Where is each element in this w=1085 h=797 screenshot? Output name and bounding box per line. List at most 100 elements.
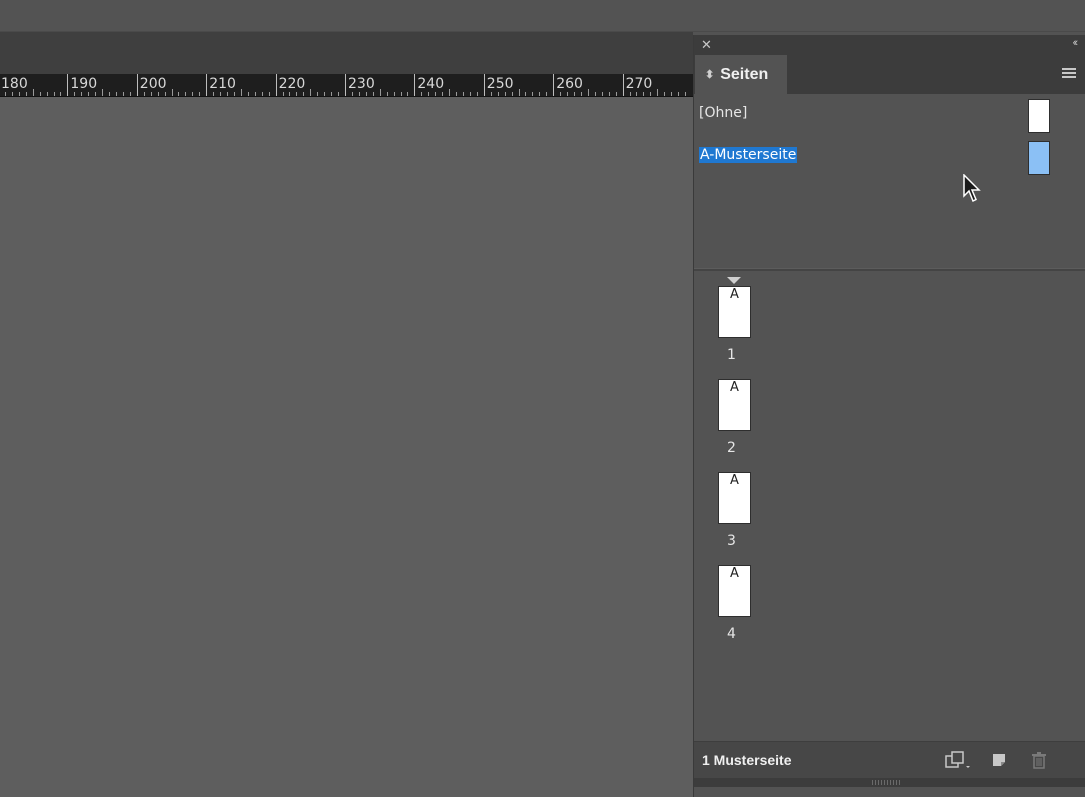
ruler-minor-tick xyxy=(310,89,312,96)
grip-icon xyxy=(872,780,902,785)
page-master-letter: A xyxy=(730,287,739,302)
ruler-minor-tick xyxy=(629,92,631,96)
ruler-minor-tick xyxy=(317,92,319,96)
close-icon[interactable]: ✕ xyxy=(701,37,712,53)
page-thumbnail[interactable]: A xyxy=(718,472,751,524)
ruler-minor-tick xyxy=(518,89,520,96)
ruler-minor-tick xyxy=(469,92,471,96)
ruler-minor-tick xyxy=(608,92,610,96)
ruler-minor-tick xyxy=(421,92,423,96)
ruler-minor-tick xyxy=(407,92,409,96)
ruler-minor-tick xyxy=(643,92,645,96)
mouse-pointer-icon xyxy=(963,174,981,203)
delete-page-button[interactable] xyxy=(1027,748,1051,772)
ruler-minor-tick xyxy=(678,92,680,96)
ruler-minor-tick xyxy=(462,92,464,96)
ruler-minor-tick xyxy=(539,92,541,96)
ruler-minor-tick xyxy=(671,92,673,96)
ruler-minor-tick xyxy=(247,92,249,96)
ruler-minor-tick xyxy=(157,92,159,96)
ruler-tick-label: 200 xyxy=(139,76,167,92)
ruler-minor-tick xyxy=(594,92,596,96)
ruler-minor-tick xyxy=(567,92,569,96)
ruler-minor-tick xyxy=(331,92,333,96)
ruler-minor-tick xyxy=(240,89,242,96)
master-thumbnail[interactable] xyxy=(1028,99,1050,133)
ruler-minor-tick xyxy=(143,92,145,96)
ruler-tick-label: 230 xyxy=(348,76,375,92)
edit-page-size-button[interactable] xyxy=(942,748,974,772)
ruler-major-tick xyxy=(136,74,138,96)
ruler-minor-tick xyxy=(102,89,104,96)
document-canvas[interactable] xyxy=(0,97,693,797)
document-tab-bar xyxy=(0,32,693,74)
ruler-minor-tick xyxy=(171,89,173,96)
updown-arrows-icon: ⬍ xyxy=(705,69,715,81)
page-thumbnail[interactable]: A xyxy=(718,565,751,617)
ruler-minor-tick xyxy=(289,92,291,96)
master-row-none[interactable]: [Ohne] xyxy=(694,95,1085,135)
ruler-minor-tick xyxy=(88,92,90,96)
ruler-minor-tick xyxy=(296,92,298,96)
ruler-minor-tick xyxy=(220,92,222,96)
ruler-minor-tick xyxy=(365,92,367,96)
ruler-minor-tick xyxy=(636,92,638,96)
panel-section-divider[interactable] xyxy=(694,268,1085,271)
application-bar xyxy=(0,0,1085,32)
ruler-minor-tick xyxy=(303,92,305,96)
ruler-minor-tick xyxy=(449,89,451,96)
page-count-status: 1 Musterseite xyxy=(702,752,792,768)
ruler-major-tick xyxy=(483,74,485,96)
ruler-major-tick xyxy=(414,74,416,96)
trash-icon xyxy=(1032,752,1046,769)
ruler-minor-tick xyxy=(60,92,62,96)
ruler-minor-tick xyxy=(504,92,506,96)
ruler-minor-tick xyxy=(213,92,215,96)
collapse-panel-icon[interactable]: ‹‹ xyxy=(1073,37,1079,49)
ruler-minor-tick xyxy=(261,92,263,96)
new-page-button[interactable] xyxy=(987,748,1011,772)
master-label: [Ohne] xyxy=(699,105,748,121)
ruler-minor-tick xyxy=(532,92,534,96)
page-master-letter: A xyxy=(730,380,739,395)
tab-seiten[interactable]: ⬍ Seiten xyxy=(695,55,787,94)
ruler-minor-tick xyxy=(74,92,76,96)
ruler-minor-tick xyxy=(254,92,256,96)
ruler-minor-tick xyxy=(95,92,97,96)
ruler-minor-tick xyxy=(511,92,513,96)
ruler-minor-tick xyxy=(560,92,562,96)
ruler-minor-tick xyxy=(657,89,659,96)
horizontal-ruler[interactable]: 180 190 200 210 220 230 240 250 260 270 xyxy=(0,74,693,97)
ruler-minor-tick xyxy=(164,92,166,96)
ruler-minor-tick xyxy=(664,92,666,96)
ruler-minor-tick xyxy=(587,89,589,96)
page-number: 4 xyxy=(727,626,736,642)
panel-resize-handle[interactable] xyxy=(694,778,1085,787)
page-thumbnail[interactable]: A xyxy=(718,379,751,431)
ruler-minor-tick xyxy=(386,92,388,96)
ruler-minor-tick xyxy=(282,92,284,96)
ruler-minor-tick xyxy=(227,92,229,96)
ruler-tick-label: 180 xyxy=(1,76,28,92)
triangle-down-icon xyxy=(727,277,741,284)
ruler-minor-tick xyxy=(497,92,499,96)
pages-panel: ✕ ‹‹ ⬍ Seiten [Ohne] A-Musterseite A 1 A… xyxy=(693,35,1085,797)
ruler-minor-tick xyxy=(11,92,13,96)
ruler-minor-tick xyxy=(372,92,374,96)
ruler-minor-tick xyxy=(109,92,111,96)
ruler-minor-tick xyxy=(39,92,41,96)
master-thumbnail[interactable] xyxy=(1028,141,1050,175)
master-row-a[interactable]: A-Musterseite xyxy=(694,139,1085,179)
ruler-major-tick xyxy=(553,74,555,96)
ruler-minor-tick xyxy=(456,92,458,96)
panel-tab-row: ⬍ Seiten xyxy=(694,55,1085,94)
page-master-letter: A xyxy=(730,473,739,488)
ruler-tick-label: 210 xyxy=(209,76,236,92)
panel-menu-icon[interactable] xyxy=(1062,68,1076,80)
ruler-minor-tick xyxy=(268,92,270,96)
ruler-minor-tick xyxy=(122,92,124,96)
ruler-minor-tick xyxy=(615,92,617,96)
page-thumbnail[interactable]: A xyxy=(718,286,751,338)
ruler-minor-tick xyxy=(115,92,117,96)
ruler-minor-tick xyxy=(324,92,326,96)
